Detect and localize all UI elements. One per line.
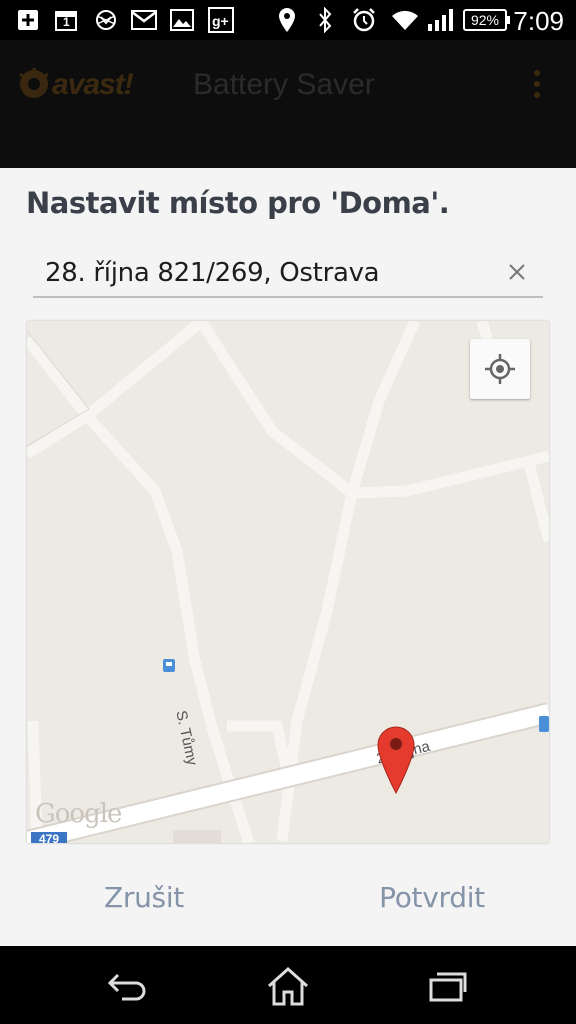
battery-icon: 92%	[463, 9, 510, 31]
status-bar: 1 g+ 92% 7:09	[0, 0, 576, 40]
signal-icon	[427, 7, 455, 33]
confirm-button[interactable]: Potvrdit	[288, 863, 576, 933]
location-icon	[278, 7, 296, 33]
wifi-icon	[391, 7, 419, 33]
home-icon[interactable]	[258, 964, 318, 1008]
map-roads	[27, 321, 549, 843]
map-marker-icon[interactable]	[377, 726, 415, 799]
gallery-icon	[170, 7, 194, 33]
battery-percent: 92%	[470, 12, 500, 28]
calendar-icon: 1	[54, 7, 78, 33]
app-bar: avast! Battery Saver	[0, 40, 576, 168]
app-logo-text: avast!	[52, 68, 134, 101]
route-shield: 479	[31, 832, 67, 843]
alarm-icon	[351, 7, 377, 33]
bluetooth-icon	[316, 7, 334, 33]
address-value: 28. října 821/269, Ostrava	[45, 258, 380, 288]
crosshair-icon	[485, 354, 515, 384]
avast-logo-icon	[14, 66, 54, 107]
navigation-bar	[0, 946, 576, 1024]
screen: 1 g+ 92% 7:09 avast! Battery Saver Nasta…	[0, 0, 576, 1024]
cancel-button[interactable]: Zrušit	[0, 863, 288, 933]
google-attribution: Google	[35, 799, 122, 829]
address-input[interactable]: 28. října 821/269, Ostrava	[33, 248, 543, 298]
google-plus-icon: g+	[208, 7, 234, 33]
svg-text:g+: g+	[212, 13, 229, 29]
app-title: Battery Saver	[193, 68, 375, 101]
overflow-menu-icon[interactable]	[532, 70, 542, 102]
gmail-icon	[131, 7, 157, 33]
my-location-button[interactable]	[470, 339, 530, 399]
back-icon[interactable]	[98, 964, 158, 1008]
clear-icon[interactable]	[507, 262, 527, 282]
dialog-actions: Zrušit Potvrdit	[0, 863, 576, 933]
dialog-title: Nastavit místo pro 'Doma'.	[26, 186, 450, 220]
calendar-day: 1	[63, 15, 70, 29]
add-icon	[16, 7, 40, 33]
recent-apps-icon[interactable]	[418, 964, 478, 1008]
set-location-dialog: Nastavit místo pro 'Doma'. 28. října 821…	[0, 168, 576, 946]
sync-icon	[93, 7, 119, 33]
status-time: 7:09	[513, 6, 564, 36]
map-view[interactable]: S. Tůmy 28. října Google 479	[27, 321, 549, 843]
